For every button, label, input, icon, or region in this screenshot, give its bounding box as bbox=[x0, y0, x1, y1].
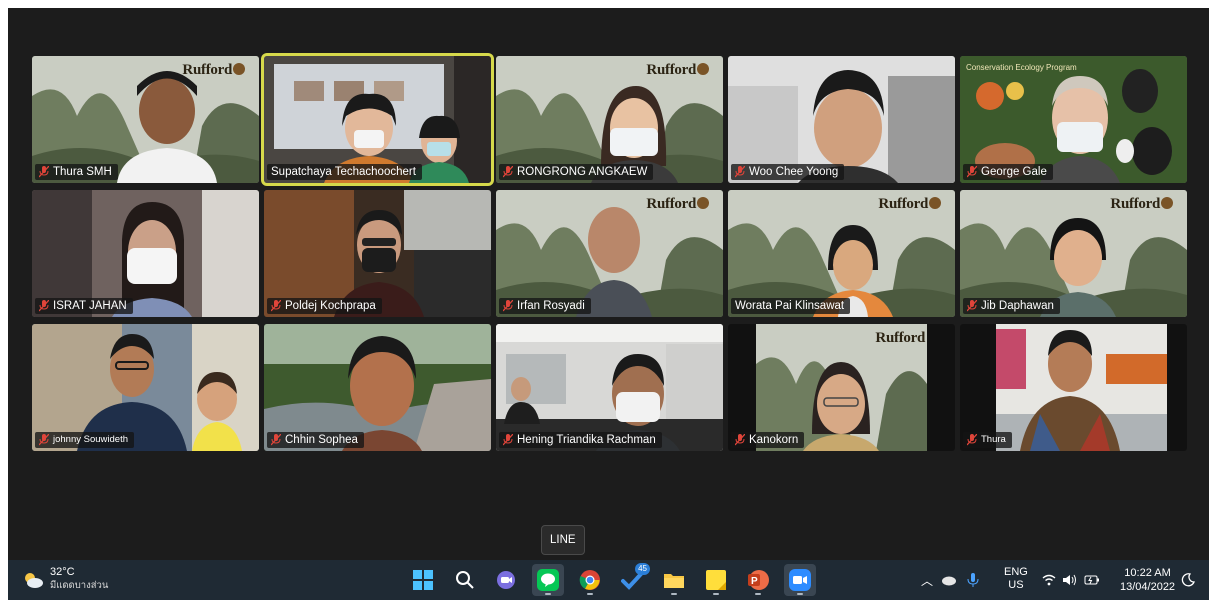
folder-icon bbox=[664, 574, 684, 588]
windows-logo-icon bbox=[413, 570, 433, 590]
participant-tile[interactable]: Rufford RONGRONG ANGKAEW bbox=[496, 56, 723, 183]
zoom-button[interactable] bbox=[784, 564, 816, 596]
zoom-meeting-window: Rufford Thura SMH Supatchaya Techachooch… bbox=[8, 8, 1209, 600]
system-tray: ︿ bbox=[921, 560, 979, 600]
participant-nameplate: Jib Daphawan bbox=[963, 298, 1060, 314]
participant-nameplate: Chhin Sophea bbox=[267, 432, 364, 448]
chrome-button[interactable] bbox=[574, 564, 606, 596]
muted-mic-icon bbox=[39, 300, 49, 312]
battery-charging-icon bbox=[1084, 575, 1099, 585]
participant-tile[interactable]: Poldej Kochprapa bbox=[264, 190, 491, 317]
participant-tile[interactable]: Thura bbox=[960, 324, 1187, 451]
line-app-button[interactable] bbox=[532, 564, 564, 596]
participant-tile[interactable]: ISRAT JAHAN bbox=[32, 190, 259, 317]
muted-mic-icon bbox=[735, 166, 745, 178]
taskbar-tooltip: LINE bbox=[541, 525, 585, 555]
muted-mic-icon bbox=[503, 166, 513, 178]
svg-text:P: P bbox=[751, 576, 758, 587]
running-indicator bbox=[713, 593, 719, 595]
input-language-indicator[interactable]: ENG US bbox=[1004, 566, 1028, 592]
teams-chat-button[interactable] bbox=[490, 564, 522, 596]
participant-tile[interactable]: johnny Souwideth bbox=[32, 324, 259, 451]
participant-tile[interactable]: Conservation Ecology Program George Gale bbox=[960, 56, 1187, 183]
search-icon bbox=[456, 571, 474, 589]
notification-badge: 45 bbox=[635, 563, 650, 575]
muted-mic-icon bbox=[967, 166, 977, 178]
running-indicator bbox=[671, 593, 677, 595]
quick-settings[interactable] bbox=[1042, 560, 1100, 600]
participant-tile[interactable]: Chhin Sophea bbox=[264, 324, 491, 451]
participant-nameplate: ISRAT JAHAN bbox=[35, 298, 133, 314]
participant-tile[interactable]: Woo Chee Yoong bbox=[728, 56, 955, 183]
participant-tile[interactable]: Hening Triandika Rachman bbox=[496, 324, 723, 451]
muted-mic-icon bbox=[967, 300, 977, 312]
participant-nameplate: Thura SMH bbox=[35, 164, 118, 180]
muted-mic-icon bbox=[39, 434, 49, 446]
running-indicator bbox=[587, 593, 593, 595]
line-icon bbox=[537, 569, 559, 591]
participant-nameplate: Kanokorn bbox=[731, 432, 805, 448]
participant-tile[interactable]: Rufford Jib Daphawan bbox=[960, 190, 1187, 317]
file-explorer-button[interactable] bbox=[658, 564, 690, 596]
muted-mic-icon bbox=[503, 300, 513, 312]
participant-nameplate: George Gale bbox=[963, 164, 1053, 180]
zoom-icon bbox=[789, 569, 811, 591]
search-button[interactable] bbox=[449, 564, 481, 596]
todo-button[interactable]: 45 bbox=[616, 563, 650, 596]
participant-nameplate: Thura bbox=[963, 432, 1012, 448]
wifi-icon bbox=[1042, 574, 1056, 586]
weather-widget[interactable]: 32°C มีแดดบางส่วน bbox=[22, 566, 108, 593]
participant-nameplate: johnny Souwideth bbox=[35, 432, 134, 448]
system-clock[interactable]: 10:22 AM 13/04/2022 bbox=[1120, 566, 1175, 594]
microphone-icon[interactable] bbox=[967, 572, 979, 588]
running-indicator bbox=[755, 593, 761, 595]
sticky-notes-button[interactable] bbox=[700, 564, 732, 596]
participant-nameplate: Hening Triandika Rachman bbox=[499, 432, 662, 448]
participant-tile-active-speaker[interactable]: Supatchaya Techachoochert bbox=[264, 56, 491, 183]
participant-tile[interactable]: Rufford Kanokorn bbox=[728, 324, 955, 451]
participant-nameplate: Poldej Kochprapa bbox=[267, 298, 382, 314]
participant-nameplate: Woo Chee Yoong bbox=[731, 164, 845, 180]
muted-mic-icon bbox=[967, 434, 977, 446]
participant-nameplate: Supatchaya Techachoochert bbox=[267, 164, 422, 180]
show-hidden-icons-chevron-icon[interactable]: ︿ bbox=[921, 572, 933, 589]
muted-mic-icon bbox=[735, 434, 745, 446]
weather-temp: 32°C bbox=[50, 566, 75, 578]
partly-cloudy-icon bbox=[25, 572, 43, 588]
muted-mic-icon bbox=[271, 300, 281, 312]
start-button[interactable] bbox=[407, 564, 439, 596]
powerpoint-icon: P bbox=[748, 570, 769, 590]
muted-mic-icon bbox=[503, 434, 513, 446]
muted-mic-icon bbox=[39, 166, 49, 178]
onedrive-cloud-icon[interactable] bbox=[941, 574, 957, 586]
teams-chat-icon bbox=[497, 571, 515, 589]
participant-tile[interactable]: Rufford Thura SMH bbox=[32, 56, 259, 183]
weather-description: มีแดดบางส่วน bbox=[50, 580, 109, 591]
running-indicator bbox=[545, 593, 551, 595]
speaker-volume-icon bbox=[1063, 574, 1076, 586]
participant-nameplate: RONGRONG ANGKAEW bbox=[499, 164, 654, 180]
muted-mic-icon bbox=[271, 434, 281, 446]
participant-nameplate: Worata Pai Klinsawat bbox=[731, 298, 851, 314]
gallery-view: Rufford Thura SMH Supatchaya Techachooch… bbox=[8, 8, 1209, 560]
participant-tile[interactable]: Rufford Worata Pai Klinsawat bbox=[728, 190, 955, 317]
participant-tile[interactable]: Rufford Irfan Rosyadi bbox=[496, 190, 723, 317]
powerpoint-button[interactable]: P bbox=[742, 564, 774, 596]
focus-assist-moon-icon[interactable] bbox=[1181, 573, 1195, 587]
chrome-icon bbox=[579, 570, 600, 590]
running-indicator bbox=[797, 593, 803, 595]
sticky-note-icon bbox=[706, 570, 726, 590]
windows-taskbar: 32°C มีแดดบางส่วน 45 P ︿ ENG US 10:22 AM… bbox=[8, 560, 1209, 600]
participant-nameplate: Irfan Rosyadi bbox=[499, 298, 591, 314]
